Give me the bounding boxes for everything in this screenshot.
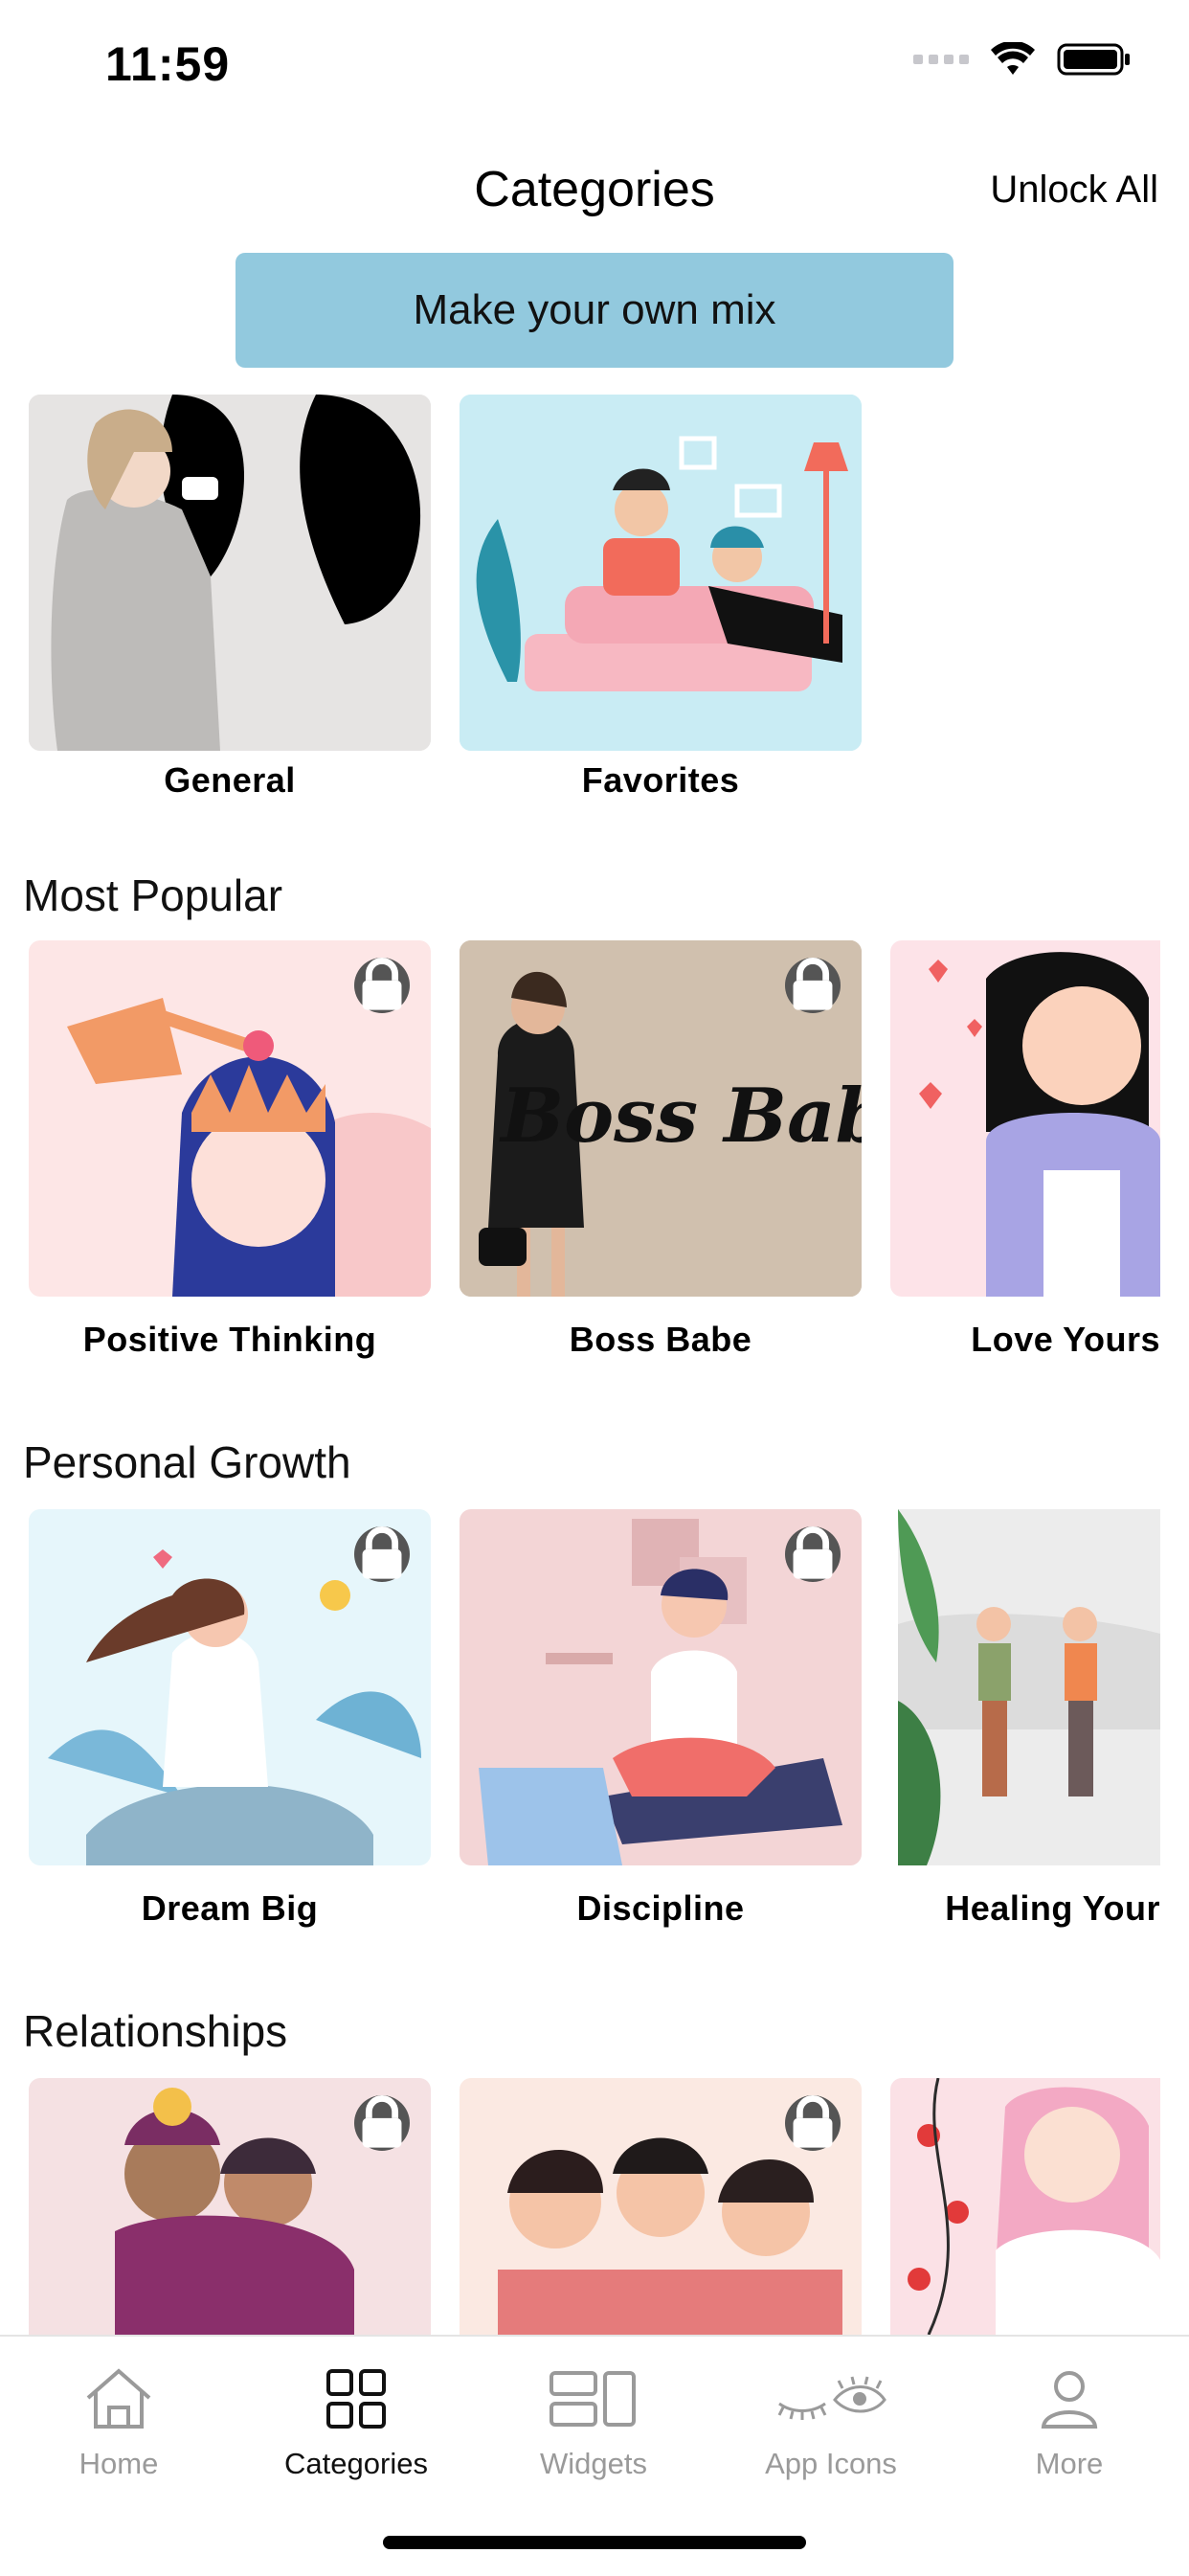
category-card-healing-your[interactable]: [898, 1509, 1160, 1865]
tab-widgets[interactable]: Widgets: [475, 2365, 712, 2481]
category-label: Dream Big: [141, 1888, 319, 1928]
boss-babe-image-text: Boss Babe: [499, 1073, 862, 1160]
lock-icon: [354, 1526, 410, 1582]
lock-icon: [785, 2095, 841, 2151]
make-your-own-mix-button[interactable]: Make your own mix: [236, 253, 953, 368]
category-card-general[interactable]: [29, 395, 431, 751]
tab-label: Categories: [284, 2447, 428, 2480]
lock-icon: [354, 958, 410, 1013]
tab-label: More: [1035, 2447, 1104, 2480]
section-title-most-popular: Most Popular: [23, 870, 283, 920]
category-label: Positive Thinking: [82, 1320, 377, 1359]
home-icon: [86, 2368, 151, 2429]
category-card-relationships-2[interactable]: [460, 2078, 862, 2335]
category-card-relationships-1[interactable]: [29, 2078, 431, 2335]
person-icon: [1041, 2371, 1098, 2429]
tab-home[interactable]: Home: [0, 2365, 237, 2481]
category-card-favorites[interactable]: [460, 395, 862, 751]
lock-icon: [785, 958, 841, 1013]
self-love-illustration: [890, 2078, 1160, 2335]
tab-categories[interactable]: Categories: [237, 2365, 475, 2481]
category-label: Love Yours: [971, 1320, 1160, 1359]
category-card-discipline[interactable]: [460, 1509, 862, 1865]
status-time: 11:59: [105, 37, 231, 91]
category-label: Boss Babe: [569, 1320, 752, 1359]
wifi-icon: [991, 42, 1035, 75]
lock-icon: [785, 1526, 841, 1582]
battery-icon: [1057, 43, 1130, 76]
unlock-all-button[interactable]: Unlock All: [990, 169, 1158, 212]
cellular-signal-icon: [913, 55, 969, 64]
category-label: Favorites: [581, 760, 740, 800]
tab-app-icons[interactable]: App Icons: [712, 2365, 950, 2481]
grid-icon: [326, 2369, 386, 2429]
general-illustration: [29, 395, 431, 751]
status-bar: 11:59: [0, 0, 1189, 124]
lock-icon: [354, 2095, 410, 2151]
widgets-icon: [550, 2371, 636, 2427]
category-label: Healing Your: [945, 1888, 1160, 1928]
category-card-boss-babe[interactable]: Boss Babe: [460, 940, 862, 1297]
healing-your-illustration: [898, 1509, 1160, 1865]
tab-label: Widgets: [540, 2447, 647, 2480]
category-card-love-yours[interactable]: [890, 940, 1160, 1297]
home-indicator: [383, 2536, 806, 2549]
category-card-relationships-3[interactable]: [890, 2078, 1160, 2335]
category-card-dream-big[interactable]: [29, 1509, 431, 1865]
section-title-relationships: Relationships: [23, 2006, 288, 2056]
category-card-positive-thinking[interactable]: [29, 940, 431, 1297]
status-icons: [913, 42, 1132, 77]
section-title-personal-growth: Personal Growth: [23, 1437, 351, 1487]
favorites-illustration: [460, 395, 862, 751]
eye-lash-icon: [777, 2376, 886, 2420]
category-label: General: [164, 760, 296, 800]
love-yours-illustration: [890, 940, 1160, 1297]
tab-more[interactable]: More: [950, 2365, 1189, 2481]
category-label: Discipline: [576, 1888, 745, 1928]
tab-label: App Icons: [765, 2447, 897, 2480]
tab-label: Home: [79, 2447, 159, 2480]
